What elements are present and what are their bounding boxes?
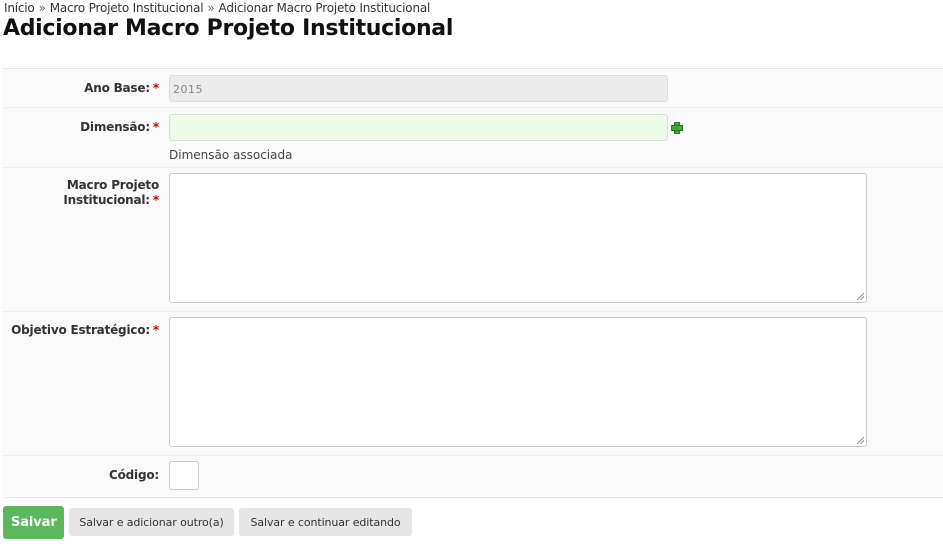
plus-icon[interactable]: [671, 122, 683, 134]
required-marker: *: [152, 120, 159, 134]
breadcrumb-macro-projeto-link[interactable]: Macro Projeto Institucional: [50, 1, 204, 15]
breadcrumb: Início» Macro Projeto Institucional» Adici…: [4, 1, 430, 15]
row-codigo: Código:: [3, 456, 943, 496]
row-dimensao: Dimensão: * Dimensão associada: [3, 108, 943, 168]
dimensao-label: Dimensão: *: [80, 120, 159, 134]
objetivo-textarea[interactable]: [169, 317, 867, 447]
add-form: Ano Base: * 2015 Dimensão: * Dimensão asso…: [3, 68, 943, 498]
save-button[interactable]: Salvar: [3, 506, 64, 539]
codigo-label: Código:: [109, 468, 159, 482]
required-marker: *: [152, 81, 159, 95]
dimensao-select[interactable]: [169, 114, 668, 141]
row-objetivo: Objetivo Estratégico: *: [3, 312, 943, 456]
macro-projeto-textarea[interactable]: [169, 173, 867, 303]
ano-base-input[interactable]: 2015: [169, 75, 668, 102]
required-marker: *: [152, 193, 159, 207]
save-add-another-button[interactable]: Salvar e adicionar outro(a): [69, 508, 234, 536]
macro-projeto-label: Macro Projeto Institucional: *: [63, 178, 159, 207]
page-title: Adicionar Macro Projeto Institucional: [3, 16, 454, 41]
breadcrumb-current: Adicionar Macro Projeto Institucional: [218, 1, 431, 15]
ano-base-label: Ano Base: *: [84, 81, 159, 95]
breadcrumb-home-link[interactable]: Início: [4, 1, 35, 15]
resize-grip-icon[interactable]: [857, 293, 864, 300]
save-continue-button[interactable]: Salvar e continuar editando: [239, 508, 412, 536]
codigo-input[interactable]: [169, 461, 199, 490]
resize-grip-icon[interactable]: [857, 437, 864, 444]
row-macro-projeto: Macro Projeto Institucional: *: [3, 168, 943, 312]
objetivo-label: Objetivo Estratégico: *: [11, 323, 159, 337]
breadcrumb-separator: »: [207, 1, 215, 15]
dimensao-help-text: Dimensão associada: [169, 148, 293, 162]
required-marker: *: [152, 323, 159, 337]
breadcrumb-separator: »: [38, 1, 46, 15]
row-ano-base: Ano Base: * 2015: [3, 69, 943, 108]
